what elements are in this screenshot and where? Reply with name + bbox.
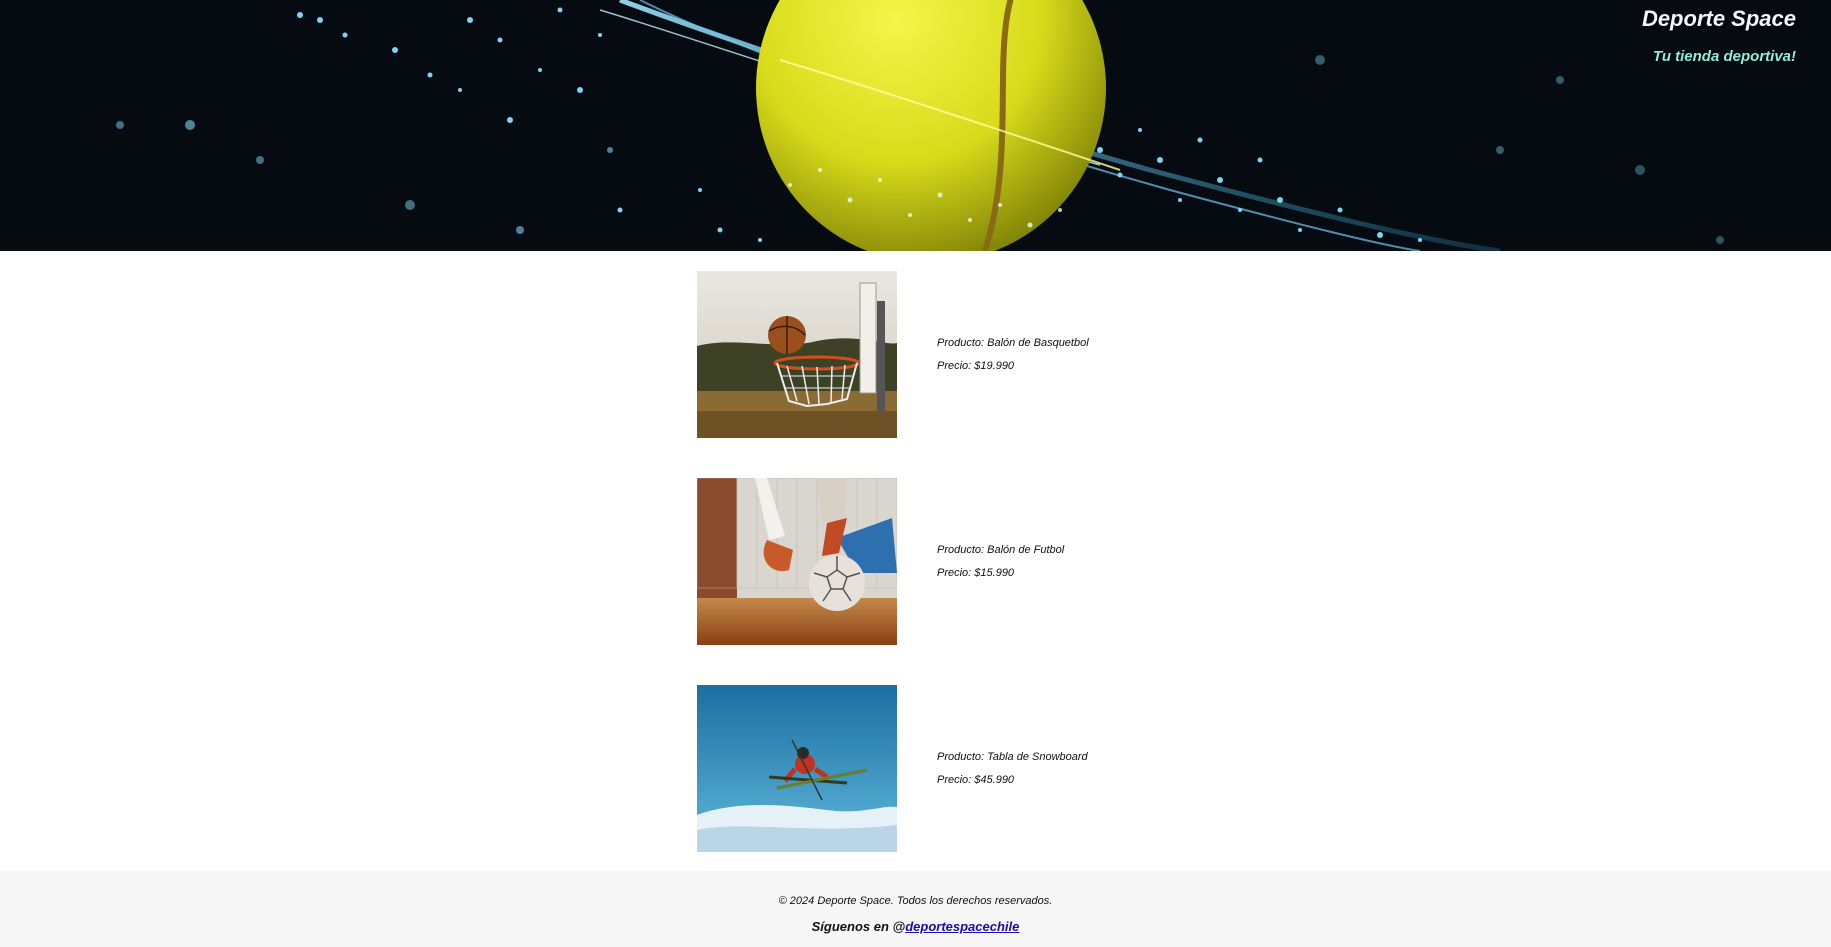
hero-banner: Deporte Space Tu tienda deportiva! <box>0 0 1831 251</box>
tennis-ball-banner-image <box>0 0 1831 251</box>
product-card: Producto: Balón de Futbol Precio: $15.99… <box>697 478 1197 645</box>
follow-prefix: Síguenos en @ <box>811 919 906 934</box>
site-title: Deporte Space <box>1641 6 1796 31</box>
product-list: Producto: Balón de Basquetbol Precio: $1… <box>697 271 1197 892</box>
product-name: Producto: Balón de Futbol <box>937 543 1065 556</box>
product-info: Producto: Balón de Basquetbol Precio: $1… <box>937 332 1089 378</box>
site-tagline: Tu tienda deportiva! <box>1652 48 1796 65</box>
product-name: Producto: Tabla de Snowboard <box>937 750 1088 763</box>
skier-jump-image <box>697 685 897 852</box>
product-name: Producto: Balón de Basquetbol <box>937 336 1089 349</box>
site-footer: © 2024 Deporte Space. Todos los derechos… <box>0 871 1831 947</box>
product-price: Precio: $19.990 <box>937 359 1015 372</box>
brand: Deporte Space Tu tienda deportiva! <box>1641 6 1796 66</box>
product-info: Producto: Tabla de Snowboard Precio: $45… <box>937 746 1088 792</box>
copyright-text: © 2024 Deporte Space. Todos los derechos… <box>778 895 1053 907</box>
product-price: Precio: $15.990 <box>937 566 1015 579</box>
social-handle-link[interactable]: deportespacechile <box>905 919 1019 934</box>
product-info: Producto: Balón de Futbol Precio: $15.99… <box>937 539 1064 585</box>
product-card: Producto: Balón de Basquetbol Precio: $1… <box>697 271 1197 438</box>
product-card: Producto: Tabla de Snowboard Precio: $45… <box>697 685 1197 852</box>
soccer-ball-image <box>697 478 897 645</box>
social-follow: Síguenos en @deportespacechile <box>0 919 1831 934</box>
product-price: Precio: $45.990 <box>937 773 1015 786</box>
basketball-hoop-image <box>697 271 897 438</box>
